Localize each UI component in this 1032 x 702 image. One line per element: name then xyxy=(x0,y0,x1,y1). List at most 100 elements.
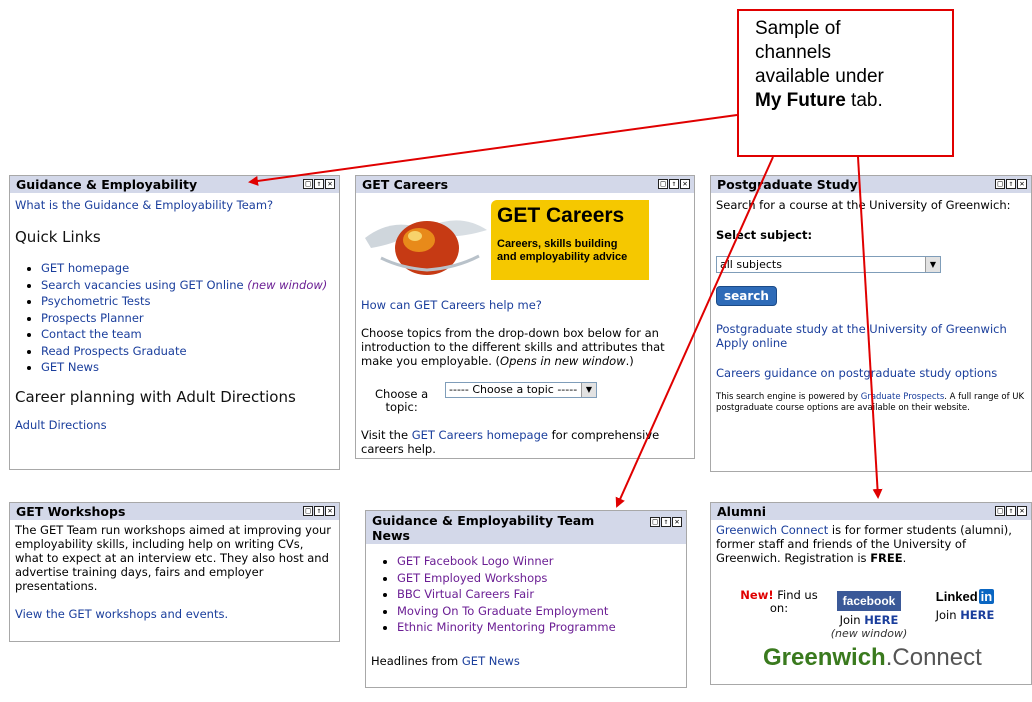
move-up-icon[interactable]: ⇑ xyxy=(669,179,679,189)
quick-links-list: GET homepage Search vacancies using GET … xyxy=(15,260,334,376)
get-news-link[interactable]: GET News xyxy=(462,654,520,668)
get-careers-banner: GET Careers Careers, skills building and… xyxy=(361,198,649,280)
news-item[interactable]: Moving On To Graduate Employment xyxy=(397,604,608,618)
quick-link[interactable]: Contact the team xyxy=(41,327,142,341)
quick-link[interactable]: Search vacancies using GET Online xyxy=(41,278,244,292)
banner-subtitle-2: and employability advice xyxy=(497,251,628,263)
apple-splash-image xyxy=(361,198,491,280)
headlines-source: Headlines from GET News xyxy=(371,654,681,668)
channel-header: Postgraduate Study □ ⇑ ✕ xyxy=(711,176,1031,193)
subject-select-value: all subjects xyxy=(720,258,782,271)
minimize-icon[interactable]: □ xyxy=(650,517,660,527)
move-up-icon[interactable]: ⇑ xyxy=(314,506,324,516)
close-icon[interactable]: ✕ xyxy=(672,517,682,527)
get-careers-homepage-link[interactable]: GET Careers homepage xyxy=(412,428,548,442)
logo-greenwich: Greenwich xyxy=(763,644,886,671)
quick-link[interactable]: Prospects Planner xyxy=(41,311,144,325)
topic-chooser: Choose a topic: ----- Choose a topic ---… xyxy=(361,382,689,414)
minimize-icon[interactable]: □ xyxy=(995,506,1005,516)
news-item[interactable]: GET Facebook Logo Winner xyxy=(397,554,553,568)
window-controls: □ ⇑ ✕ xyxy=(303,179,335,189)
close-icon[interactable]: ✕ xyxy=(1017,179,1027,189)
postgrad-careers-guidance-link[interactable]: Careers guidance on postgraduate study o… xyxy=(716,366,997,380)
quick-link[interactable]: Read Prospects Graduate xyxy=(41,344,187,358)
quick-link[interactable]: Psychometric Tests xyxy=(41,294,151,308)
minimize-icon[interactable]: □ xyxy=(995,179,1005,189)
new-badge: New! xyxy=(740,588,774,602)
guidance-channel: Guidance & Employability □ ⇑ ✕ What is t… xyxy=(9,175,340,470)
choose-label-2: topic: xyxy=(385,400,418,414)
annotation-callout: Sample of channels available under My Fu… xyxy=(737,9,954,157)
move-up-icon[interactable]: ⇑ xyxy=(1006,179,1016,189)
news-item[interactable]: BBC Virtual Careers Fair xyxy=(397,587,534,601)
join-label: Join xyxy=(935,608,961,622)
linkedin-join: Join HERE xyxy=(925,608,1005,622)
minimize-icon[interactable]: □ xyxy=(303,506,313,516)
window-controls: □ ⇑ ✕ xyxy=(650,517,682,527)
get-workshops-channel: GET Workshops □ ⇑ ✕ The GET Team run wor… xyxy=(9,502,340,642)
close-icon[interactable]: ✕ xyxy=(325,179,335,189)
postgrad-intro: Search for a course at the University of… xyxy=(716,198,1011,212)
graduate-prospects-link[interactable]: Graduate Prospects xyxy=(861,392,945,402)
close-icon[interactable]: ✕ xyxy=(680,179,690,189)
news-list: GET Facebook Logo Winner GET Employed Wo… xyxy=(371,553,681,636)
move-up-icon[interactable]: ⇑ xyxy=(661,517,671,527)
guidance-team-link[interactable]: What is the Guidance & Employability Tea… xyxy=(15,198,273,212)
close-icon[interactable]: ✕ xyxy=(325,506,335,516)
new-window-note: (new window) xyxy=(247,277,328,292)
intro-italic: Opens in new window xyxy=(500,354,626,368)
new-window-note: (new window) xyxy=(830,627,908,640)
career-planning-heading: Career planning with Adult Directions xyxy=(15,387,296,406)
search-button[interactable]: search xyxy=(716,286,777,306)
get-careers-channel: GET Careers □ ⇑ ✕ GET Careers Careers, s… xyxy=(355,175,695,459)
close-icon[interactable]: ✕ xyxy=(1017,506,1027,516)
dropdown-arrow-icon: ▼ xyxy=(925,257,940,272)
move-up-icon[interactable]: ⇑ xyxy=(314,179,324,189)
facebook-logo[interactable]: facebook xyxy=(836,591,902,611)
quick-link[interactable]: GET News xyxy=(41,360,99,374)
greenwich-connect-logo[interactable]: Greenwich.Connect xyxy=(763,644,982,672)
alumni-text-end: . xyxy=(902,551,907,565)
channel-title: GET Careers xyxy=(362,177,449,192)
move-up-icon[interactable]: ⇑ xyxy=(1006,506,1016,516)
callout-tail: tab. xyxy=(845,90,883,111)
channel-title: Alumni xyxy=(717,504,767,519)
linkedin-in-badge: in xyxy=(978,589,995,604)
channel-header: Guidance & Employability □ ⇑ ✕ xyxy=(10,176,339,193)
callout-line4: My Future tab. xyxy=(755,89,936,113)
callout-line3: available under xyxy=(755,66,884,87)
adult-directions-link[interactable]: Adult Directions xyxy=(15,418,107,432)
linkedin-text: Linked xyxy=(935,589,978,604)
news-title-line2: News xyxy=(372,528,410,543)
news-title-line1: Guidance & Employability Team xyxy=(372,513,595,528)
linkedin-logo[interactable]: Linked in xyxy=(925,589,1005,604)
select-subject-label: Select subject: xyxy=(716,228,813,242)
search-engine-note: This search engine is powered by Graduat… xyxy=(716,392,1029,414)
quick-link[interactable]: GET homepage xyxy=(41,261,129,275)
subject-select[interactable]: all subjects ▼ xyxy=(716,256,941,273)
banner-title: GET Careers xyxy=(497,204,625,227)
topic-select[interactable]: ----- Choose a topic ----- ▼ xyxy=(445,382,597,398)
visit-careers-text: Visit the GET Careers homepage for compr… xyxy=(361,428,689,456)
postgrad-greenwich-link[interactable]: Postgraduate study at the University of … xyxy=(716,322,1007,336)
news-item[interactable]: GET Employed Workshops xyxy=(397,571,547,585)
find-us-label: Find us on: xyxy=(769,588,818,615)
postgraduate-channel: Postgraduate Study □ ⇑ ✕ Search for a co… xyxy=(710,175,1032,472)
channel-title: Guidance & Employability Team News xyxy=(372,513,594,543)
footer-pre: This search engine is powered by xyxy=(716,392,861,402)
free-label: FREE xyxy=(870,551,903,565)
banner-subtitle-1: Careers, skills building xyxy=(497,238,618,250)
view-workshops-link[interactable]: View the GET workshops and events. xyxy=(15,607,228,621)
facebook-join-here-link[interactable]: HERE xyxy=(864,613,898,627)
greenwich-connect-link[interactable]: Greenwich Connect xyxy=(716,523,828,537)
apply-online-link[interactable]: Apply online xyxy=(716,336,787,350)
choose-topic-label: Choose a topic: xyxy=(375,388,428,414)
topics-intro: Choose topics from the drop-down box bel… xyxy=(361,326,689,368)
minimize-icon[interactable]: □ xyxy=(303,179,313,189)
linkedin-join-here-link[interactable]: HERE xyxy=(960,608,994,622)
facebook-join: Join HERE xyxy=(829,613,909,627)
news-item[interactable]: Ethnic Minority Mentoring Programme xyxy=(397,620,616,634)
alumni-channel: Alumni □ ⇑ ✕ Greenwich Connect is for fo… xyxy=(710,502,1032,685)
get-careers-help-link[interactable]: How can GET Careers help me? xyxy=(361,298,542,312)
minimize-icon[interactable]: □ xyxy=(658,179,668,189)
